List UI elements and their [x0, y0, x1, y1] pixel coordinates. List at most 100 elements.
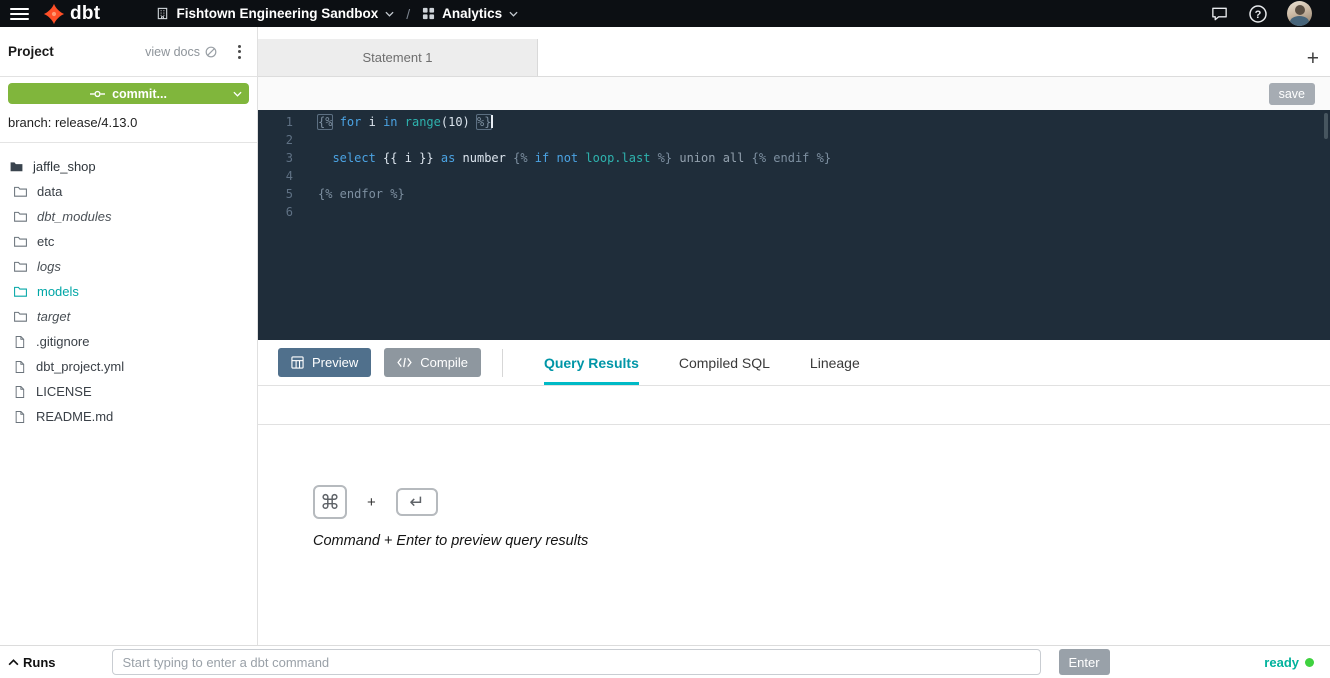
tree-item-label: logs: [37, 259, 61, 274]
status-ready: ready: [1264, 655, 1330, 670]
new-tab-button[interactable]: +: [1307, 48, 1319, 69]
tree-item-models[interactable]: models: [0, 279, 257, 304]
tree-item-label: .gitignore: [36, 334, 89, 349]
results-toolbar: Preview Compile Query Results Compiled SQ…: [258, 340, 1330, 386]
results-body: ⌘ + ↵ Command + Enter to preview query r…: [258, 425, 1330, 645]
chevron-up-icon: [8, 659, 19, 666]
tab-label: Statement 1: [362, 50, 432, 65]
code-lines: 1 {% for i in range(10) %} 23 select {{ i …: [258, 113, 1330, 221]
code-line-3: 3 select {{ i }} as number {% if not loo…: [258, 149, 1330, 167]
editor-toolbar: save: [258, 77, 1330, 110]
line-number: 1: [258, 113, 293, 131]
enter-button[interactable]: Enter: [1059, 649, 1110, 675]
file-icon: [13, 410, 27, 424]
results-tab-lineage[interactable]: Lineage: [810, 340, 860, 385]
results-tabs: Query Results Compiled SQL Lineage: [544, 340, 900, 385]
folder-open-icon: [9, 159, 24, 174]
sidebar-header: Project view docs: [0, 27, 257, 77]
code-editor[interactable]: 1 {% for i in range(10) %} 23 select {{ i …: [258, 110, 1330, 340]
tree-item-label: models: [37, 284, 79, 299]
preview-button[interactable]: Preview: [278, 348, 371, 377]
tree-item-label: dbt_project.yml: [36, 359, 124, 374]
help-icon[interactable]: ?: [1248, 4, 1268, 24]
folder-icon: [13, 234, 28, 249]
line-number: 4: [258, 167, 293, 185]
folder-icon: [13, 284, 28, 299]
project-switcher[interactable]: Analytics: [422, 6, 518, 21]
code-line-5: 5{% endfor %}: [258, 185, 1330, 203]
editor-scrollbar[interactable]: [1324, 113, 1328, 139]
code-line-6: 6: [258, 203, 1330, 221]
runs-toggle[interactable]: Runs: [8, 655, 56, 670]
folder-icon: [13, 209, 28, 224]
tree-item-data[interactable]: data: [0, 179, 257, 204]
results-subheader: [258, 386, 1330, 425]
tree-item-label: LICENSE: [36, 384, 92, 399]
tree-item-target[interactable]: target: [0, 304, 257, 329]
dbt-command-input[interactable]: [112, 649, 1041, 675]
tree-item-label: dbt_modules: [37, 209, 111, 224]
tree-item-etc[interactable]: etc: [0, 229, 257, 254]
tree-item-logs[interactable]: logs: [0, 254, 257, 279]
chevron-down-icon: [385, 11, 394, 17]
shortcut-keys: ⌘ + ↵: [313, 485, 1330, 519]
compile-button[interactable]: Compile: [384, 348, 481, 377]
menu-icon[interactable]: [10, 8, 29, 20]
chevron-down-icon: [509, 11, 518, 17]
tab-statement-1[interactable]: Statement 1: [258, 39, 538, 76]
avatar[interactable]: [1287, 1, 1312, 26]
sidebar-divider: [0, 142, 257, 143]
code-line-1: 1 {% for i in range(10) %}: [258, 113, 1330, 131]
tree-item-readme-md[interactable]: README.md: [0, 404, 257, 429]
compile-button-label: Compile: [420, 355, 468, 370]
building-icon: [156, 7, 169, 20]
compile-icon: [397, 357, 412, 368]
topbar: dbt Fishtown Engineering Sandbox / Analy…: [0, 0, 1330, 27]
view-docs-link[interactable]: view docs: [145, 45, 217, 59]
editor-pane: Statement 1 + save 1 {% for i in range(10…: [258, 27, 1330, 645]
plus-label: +: [367, 494, 376, 511]
file-icon: [13, 360, 27, 374]
line-number: 3: [258, 149, 293, 167]
dbt-logo[interactable]: dbt: [43, 3, 100, 25]
tree-item-label: data: [37, 184, 62, 199]
preview-hint: Command + Enter to preview query results: [313, 533, 1330, 549]
preview-button-label: Preview: [312, 355, 358, 370]
tree-item-dbt-modules[interactable]: dbt_modules: [0, 204, 257, 229]
code-line-4: 4: [258, 167, 1330, 185]
code-line-2: 2: [258, 131, 1330, 149]
tree-item-label: etc: [37, 234, 54, 249]
line-content: {% for i in range(10) %}: [318, 113, 493, 131]
tree-item-jaffle-shop[interactable]: jaffle_shop: [0, 154, 257, 179]
tree-item-license[interactable]: LICENSE: [0, 379, 257, 404]
statusbar: Runs Enter ready: [0, 645, 1330, 678]
tree-item-gitignore[interactable]: .gitignore: [0, 329, 257, 354]
main-layout: Project view docs commit... branch: rele…: [0, 27, 1330, 645]
save-button[interactable]: save: [1269, 83, 1315, 105]
results-tab-compiled-sql[interactable]: Compiled SQL: [679, 340, 770, 385]
folder-icon: [13, 259, 28, 274]
folder-icon: [13, 309, 28, 324]
tree-item-label: jaffle_shop: [33, 159, 96, 174]
kebab-menu-icon[interactable]: [232, 41, 247, 63]
grid-icon: [422, 7, 435, 20]
line-number: 2: [258, 131, 293, 149]
file-icon: [13, 385, 27, 399]
svg-text:?: ?: [1255, 8, 1262, 20]
account-switcher[interactable]: Fishtown Engineering Sandbox: [156, 6, 394, 21]
ready-dot: [1305, 658, 1314, 667]
feedback-icon[interactable]: [1210, 4, 1229, 23]
tree-item-dbt-project-yml[interactable]: dbt_project.yml: [0, 354, 257, 379]
file-icon: [13, 335, 27, 349]
line-number: 5: [258, 185, 293, 203]
commit-button[interactable]: commit...: [8, 83, 249, 104]
dbt-logo-text: dbt: [70, 4, 100, 23]
tree-item-label: target: [37, 309, 70, 324]
commit-icon: [90, 89, 105, 99]
runs-label: Runs: [23, 655, 56, 670]
account-name: Fishtown Engineering Sandbox: [176, 6, 378, 21]
commit-button-label: commit...: [112, 87, 167, 101]
results-tab-query-results[interactable]: Query Results: [544, 340, 639, 385]
preview-icon: [291, 356, 304, 369]
ready-label: ready: [1264, 655, 1299, 670]
